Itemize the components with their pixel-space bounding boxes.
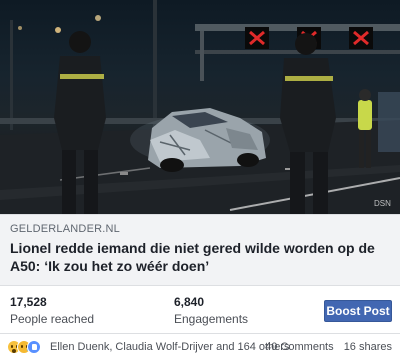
people-reached-value: 17,528: [10, 295, 47, 309]
link-preview-info[interactable]: GELDERLANDER.NL Lionel redde iemand die …: [0, 214, 400, 286]
link-domain: GELDERLANDER.NL: [10, 223, 120, 235]
people-reached-label: People reached: [10, 312, 95, 326]
photo-credit: DSN: [374, 199, 391, 208]
comments-count[interactable]: 40 Comments: [265, 341, 333, 353]
people-reached-stat[interactable]: 17,528 People reached: [10, 295, 94, 326]
highway-accident-photo: DSN: [0, 0, 400, 214]
engagement-counts: 40 Comments 16 shares: [265, 341, 392, 353]
shares-count[interactable]: 16 shares: [344, 341, 392, 353]
lane-closed-sign: [349, 27, 373, 49]
wrecked-car: [148, 108, 266, 172]
post-insights: 17,528 People reached 6,840 Engagements …: [0, 286, 400, 334]
link-preview-image[interactable]: DSN: [0, 0, 400, 214]
like-icon: [27, 340, 41, 354]
reaction-names[interactable]: Ellen Duenk, Claudia Wolf-Drijver and 16…: [50, 341, 289, 353]
engagements-stat[interactable]: 6,840 Engagements: [174, 295, 248, 326]
link-headline[interactable]: Lionel redde iemand die niet gered wilde…: [10, 239, 390, 275]
post-card: DSN GELDERLANDER.NL Lionel redde iemand …: [0, 0, 400, 360]
engagements-label: Engagements: [174, 312, 249, 326]
boost-post-button[interactable]: Boost Post: [324, 300, 392, 322]
reactions-bar: Ellen Duenk, Claudia Wolf-Drijver and 16…: [0, 334, 400, 360]
engagements-value: 6,840: [174, 295, 205, 309]
lane-closed-sign: [245, 27, 269, 49]
